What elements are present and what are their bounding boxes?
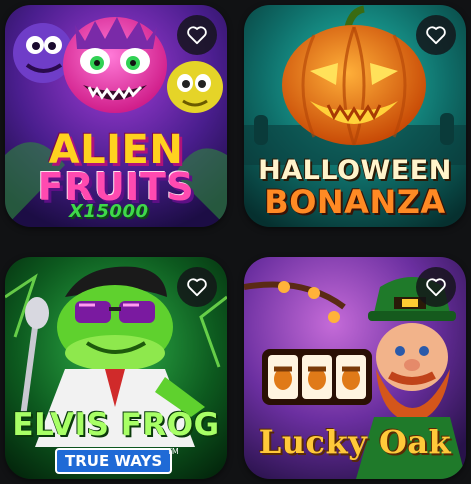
- game-title: ELVIS FROG: [12, 407, 220, 443]
- game-tile-elvis-frog[interactable]: ELVIS FROG TRUE WAYS TM: [5, 257, 227, 479]
- favorite-button[interactable]: [416, 15, 456, 55]
- favorite-button[interactable]: [177, 15, 217, 55]
- favorite-button[interactable]: [416, 267, 456, 307]
- true-ways-badge: TRUE WAYS: [55, 448, 173, 474]
- game-subtitle-multiplier: X15000: [69, 201, 149, 222]
- heart-outline-icon: [187, 278, 207, 297]
- favorite-button[interactable]: [177, 267, 217, 307]
- game-title: Lucky Oak: [258, 423, 452, 461]
- trademark-mark: TM: [167, 447, 179, 456]
- game-grid: ALIEN FRUITS X15000 HALLOWEEN BONANZA EL…: [0, 0, 471, 484]
- game-title-line2: BONANZA: [264, 183, 446, 221]
- game-tile-lucky-oak[interactable]: Lucky Oak: [244, 257, 466, 479]
- game-tile-alien-fruits[interactable]: ALIEN FRUITS X15000: [5, 5, 227, 227]
- game-title-line1: HALLOWEEN: [258, 155, 452, 186]
- game-tile-halloween-bonanza[interactable]: HALLOWEEN BONANZA: [244, 5, 466, 227]
- heart-outline-icon: [426, 26, 446, 45]
- heart-outline-icon: [187, 26, 207, 45]
- true-ways-label: TRUE WAYS: [65, 452, 163, 470]
- heart-outline-icon: [426, 278, 446, 297]
